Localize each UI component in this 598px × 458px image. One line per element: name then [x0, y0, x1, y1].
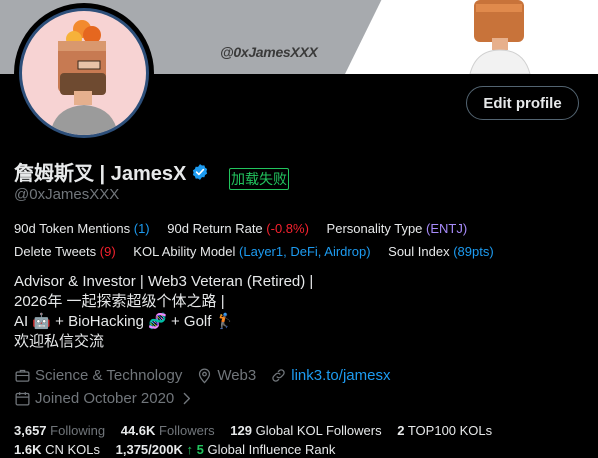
bio-line: AI 🤖 + BioHacking 🧬 + Golf 🏌: [14, 313, 235, 330]
location-pin-icon: [199, 368, 211, 384]
joined-row[interactable]: Joined October 2020: [14, 390, 199, 407]
metric-label: 90d Return Rate: [167, 221, 263, 236]
return-rate-metric[interactable]: 90d Return Rate (-0.8%): [167, 221, 309, 236]
category-item: Science & Technology: [14, 367, 182, 384]
banner-character-image: [469, 0, 531, 74]
avatar-image: [19, 8, 149, 138]
briefcase-icon: [15, 369, 30, 382]
metric-value: (Layer1, DeFi, Airdrop): [239, 244, 371, 259]
avatar-character-icon: [50, 20, 118, 135]
follow-stats-row: 3,657 Following 44.6K Followers 129 Glob…: [14, 423, 504, 438]
personality-type-metric[interactable]: Personality Type (ENTJ): [327, 221, 468, 236]
link-icon: [272, 369, 285, 382]
global-influence-rank-stat[interactable]: 1,375/200K ↑ 5 Global Influence Rank: [116, 442, 336, 457]
stat-label: Global Influence Rank: [207, 442, 336, 457]
bio-line: Advisor & Investor | Web3 Veteran (Retir…: [14, 273, 314, 290]
bio-line: 2026年 一起探索超级个体之路 |: [14, 293, 225, 310]
verified-badge-icon: [193, 163, 208, 180]
stat-number: 129: [230, 423, 252, 438]
influence-stats-row: 1.6K CN KOLs 1,375/200K ↑ 5 Global Influ…: [14, 442, 347, 457]
cn-kols-stat[interactable]: 1.6K CN KOLs: [14, 442, 100, 457]
rank-change-badge: ↑ 5: [186, 442, 204, 457]
display-name: 詹姆斯叉 | JamesX: [14, 163, 187, 185]
calendar-icon: [15, 392, 30, 406]
metric-label: 90d Token Mentions: [14, 221, 131, 236]
kol-metrics-row-2: Delete Tweets (9) KOL Ability Model (Lay…: [14, 244, 508, 259]
avatar[interactable]: [14, 3, 154, 143]
stat-label: CN KOLs: [45, 442, 100, 457]
kol-ability-model-metric[interactable]: KOL Ability Model (Layer1, DeFi, Airdrop…: [133, 244, 370, 259]
user-handle: @0xJamesXXX: [14, 186, 120, 203]
metric-value: (9): [99, 244, 116, 259]
metric-label: Delete Tweets: [14, 244, 97, 259]
chevron-right-icon[interactable]: [178, 390, 195, 407]
banner-handle-text: @0xJamesXXX: [220, 44, 318, 60]
joined-date: Joined October 2020: [35, 390, 175, 407]
location-label: Web3: [217, 367, 257, 384]
metric-label: Personality Type: [326, 221, 423, 236]
website-link[interactable]: link3.to/jamesx: [291, 367, 390, 384]
bio-line: 欢迎私信交流: [14, 333, 105, 350]
profile-meta-row: Science & Technology Web3 link3.to/james…: [14, 367, 404, 384]
kol-metrics-row-1: 90d Token Mentions (1) 90d Return Rate (…: [14, 221, 481, 236]
metric-value: (-0.8%): [266, 221, 309, 236]
delete-tweets-metric[interactable]: Delete Tweets (9): [14, 244, 116, 259]
token-mentions-metric[interactable]: 90d Token Mentions (1): [14, 221, 150, 236]
stat-label: Global KOL Followers: [255, 423, 382, 438]
following-stat[interactable]: 3,657 Following: [14, 423, 105, 438]
metric-label: KOL Ability Model: [133, 244, 236, 259]
metric-value: (1): [133, 221, 150, 236]
stat-label: Following: [50, 423, 106, 438]
stat-number: 44.6K: [120, 423, 156, 438]
stat-number: 1,375/200K: [115, 442, 183, 457]
edit-profile-button[interactable]: Edit profile: [466, 86, 579, 120]
display-name-row: 詹姆斯叉 | JamesX: [14, 157, 209, 186]
stat-number: 3,657: [14, 423, 47, 438]
category-label: Science & Technology: [35, 367, 183, 384]
metric-label: Soul Index: [388, 244, 450, 259]
metric-value: (89pts): [453, 244, 494, 259]
stat-number: 1.6K: [14, 442, 42, 457]
location-item: Web3: [196, 367, 256, 384]
website-item[interactable]: link3.to/jamesx: [270, 367, 390, 384]
profile-bio: Advisor & Investor | Web3 Veteran (Retir…: [14, 272, 313, 352]
followers-stat[interactable]: 44.6K Followers: [121, 423, 215, 438]
global-kol-followers-stat[interactable]: 129 Global KOL Followers: [230, 423, 381, 438]
top100-kols-stat[interactable]: 2 TOP100 KOLs: [397, 423, 492, 438]
metric-value: (ENTJ): [426, 221, 468, 236]
soul-index-metric[interactable]: Soul Index (89pts): [388, 244, 494, 259]
stat-label: Followers: [159, 423, 215, 438]
load-failed-badge[interactable]: 加载失败: [229, 168, 289, 190]
stat-label: TOP100 KOLs: [407, 423, 493, 438]
stat-number: 2: [397, 423, 405, 438]
